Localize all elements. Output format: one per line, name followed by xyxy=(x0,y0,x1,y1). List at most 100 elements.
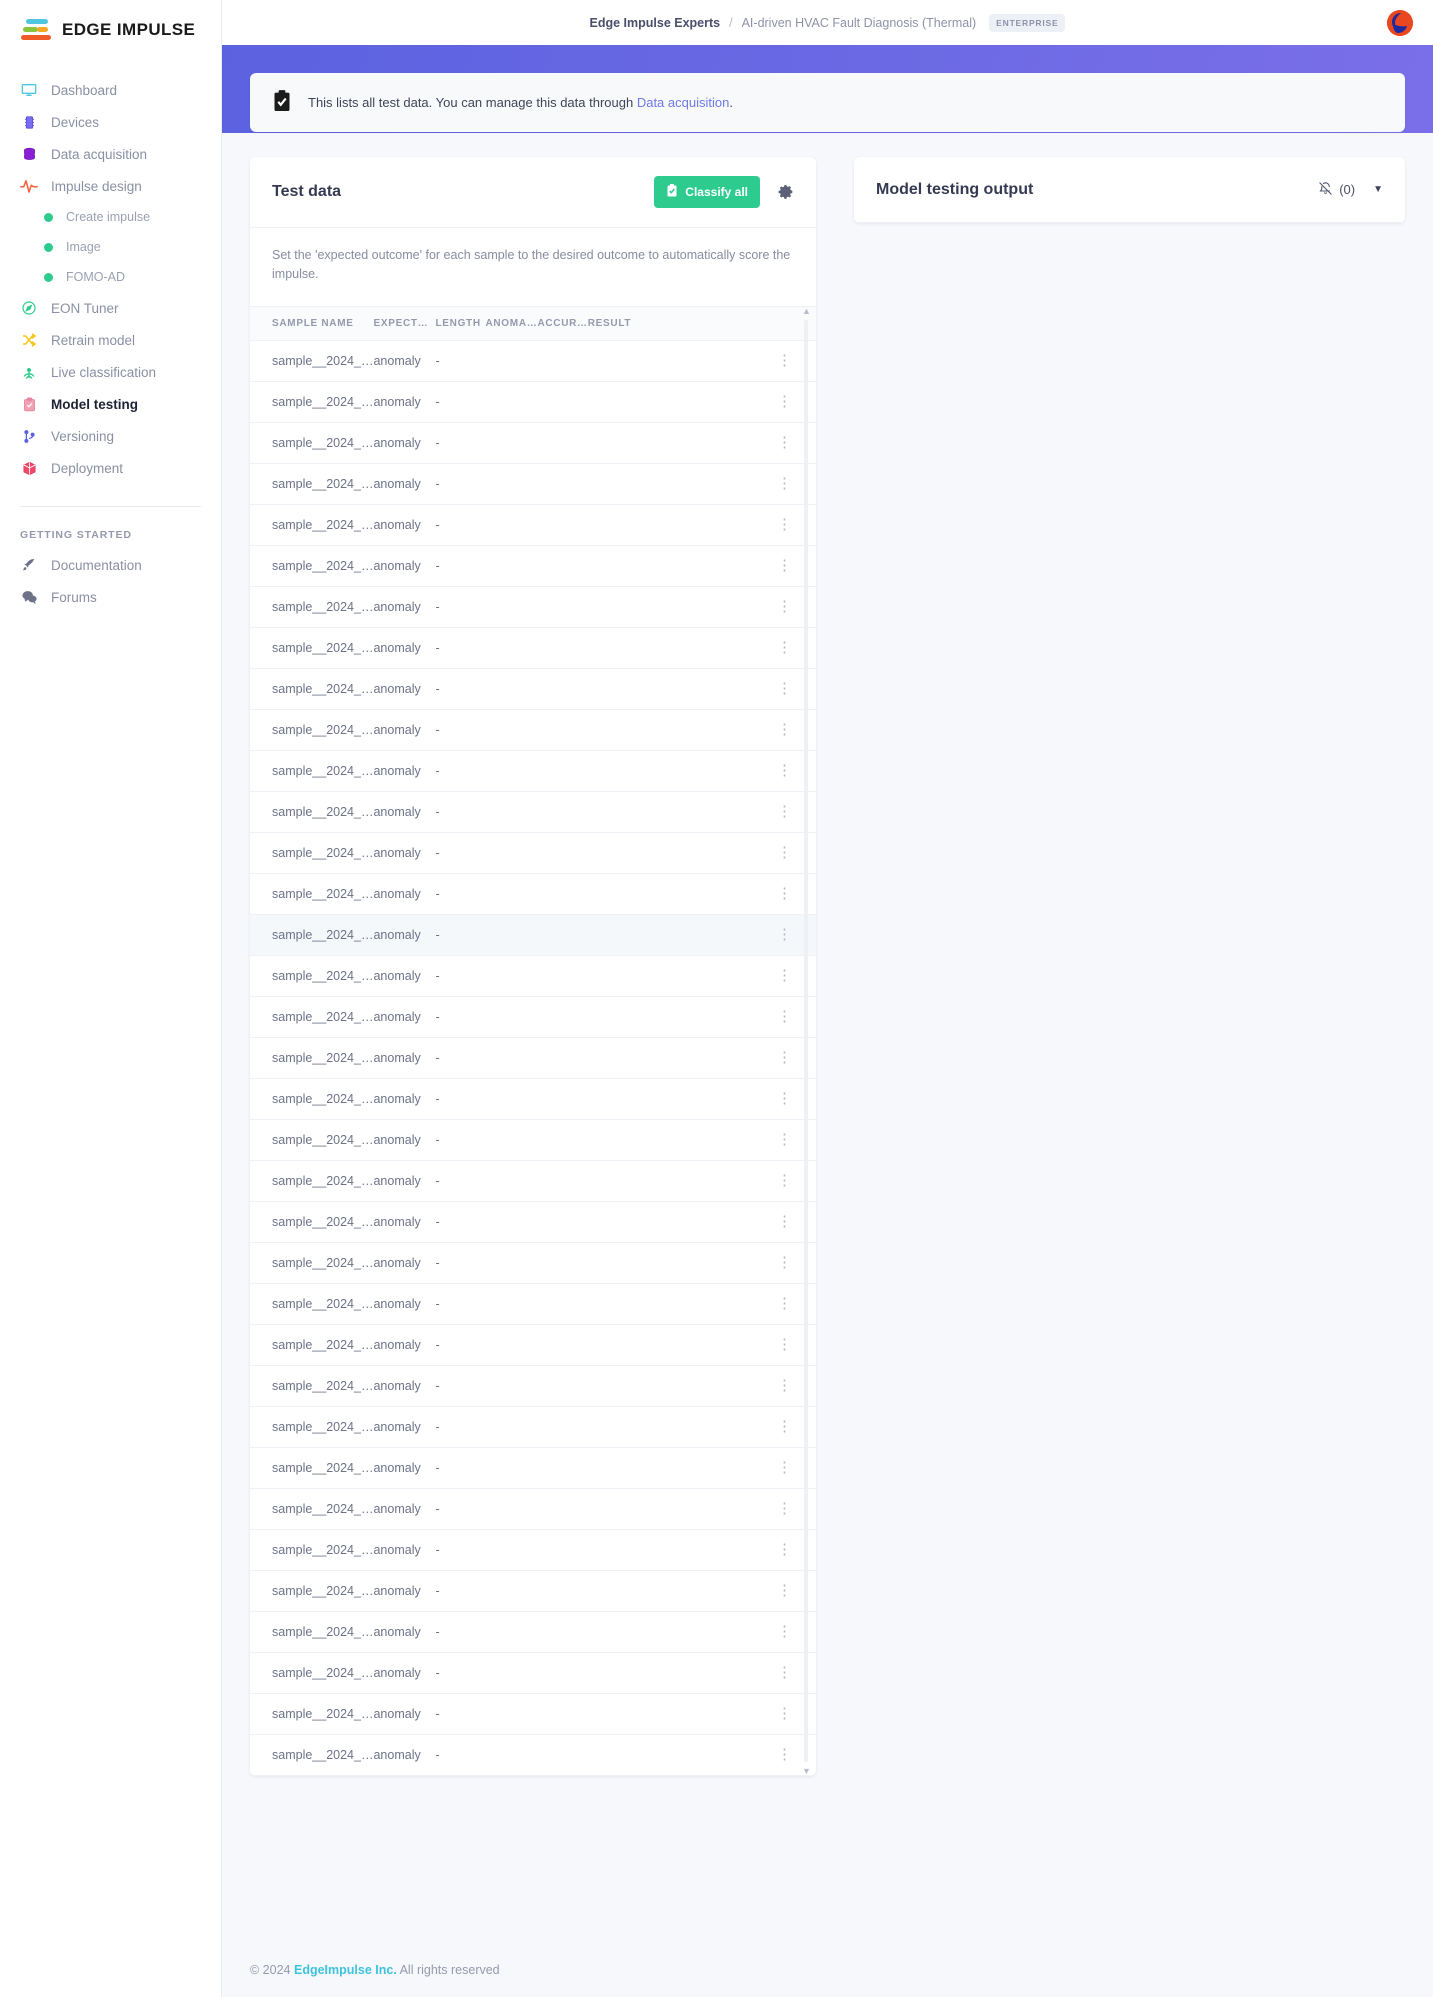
row-menu-icon[interactable]: ⋮ xyxy=(647,955,816,997)
sidebar-item-retrain-model[interactable]: Retrain model xyxy=(0,324,221,356)
sidebar-item-dashboard[interactable]: Dashboard xyxy=(0,74,221,106)
table-row[interactable]: sample__2024_… anomaly - ⋮ xyxy=(250,1734,816,1776)
row-menu-icon[interactable]: ⋮ xyxy=(647,1119,816,1161)
row-menu-icon[interactable]: ⋮ xyxy=(647,545,816,587)
table-row[interactable]: sample__2024_… anomaly - ⋮ xyxy=(250,1529,816,1571)
row-menu-icon[interactable]: ⋮ xyxy=(647,914,816,956)
table-row[interactable]: sample__2024_… anomaly - ⋮ xyxy=(250,586,816,628)
table-row[interactable]: sample__2024_… anomaly - ⋮ xyxy=(250,1242,816,1284)
table-row[interactable]: sample__2024_… anomaly - ⋮ xyxy=(250,709,816,751)
sidebar-item-image[interactable]: Image xyxy=(0,232,221,262)
table-row[interactable]: sample__2024_… anomaly - ⋮ xyxy=(250,381,816,423)
breadcrumb-project[interactable]: AI-driven HVAC Fault Diagnosis (Thermal) xyxy=(742,16,977,30)
table-row[interactable]: sample__2024_… anomaly - ⋮ xyxy=(250,463,816,505)
row-menu-icon[interactable]: ⋮ xyxy=(647,1365,816,1407)
table-row[interactable]: sample__2024_… anomaly - ⋮ xyxy=(250,1693,816,1735)
table-row[interactable]: sample__2024_… anomaly - ⋮ xyxy=(250,1488,816,1530)
table-row[interactable]: sample__2024_… anomaly - ⋮ xyxy=(250,1570,816,1612)
row-menu-icon[interactable]: ⋮ xyxy=(647,422,816,464)
row-menu-icon[interactable]: ⋮ xyxy=(647,832,816,874)
row-menu-icon[interactable]: ⋮ xyxy=(647,1078,816,1120)
row-menu-icon[interactable]: ⋮ xyxy=(647,463,816,505)
sidebar-item-live-classification[interactable]: Live classification xyxy=(0,356,221,388)
row-menu-icon[interactable]: ⋮ xyxy=(647,1160,816,1202)
row-menu-icon[interactable]: ⋮ xyxy=(647,873,816,915)
table-row[interactable]: sample__2024_… anomaly - ⋮ xyxy=(250,832,816,874)
column-header-anomaly[interactable]: ANOMA… xyxy=(485,305,538,341)
sidebar-item-create-impulse[interactable]: Create impulse xyxy=(0,202,221,232)
table-row[interactable]: sample__2024_… anomaly - ⋮ xyxy=(250,1611,816,1653)
table-row[interactable]: sample__2024_… anomaly - ⋮ xyxy=(250,1365,816,1407)
table-row[interactable]: sample__2024_… anomaly - ⋮ xyxy=(250,750,816,792)
table-row[interactable]: sample__2024_… anomaly - ⋮ xyxy=(250,914,816,956)
brand-logo[interactable]: EDGE IMPULSE xyxy=(0,0,221,60)
table-row[interactable]: sample__2024_… anomaly - ⋮ xyxy=(250,668,816,710)
table-row[interactable]: sample__2024_… anomaly - ⋮ xyxy=(250,791,816,833)
row-menu-icon[interactable]: ⋮ xyxy=(647,750,816,792)
table-row[interactable]: sample__2024_… anomaly - ⋮ xyxy=(250,1406,816,1448)
row-menu-icon[interactable]: ⋮ xyxy=(647,1693,816,1735)
table-row[interactable]: sample__2024_… anomaly - ⋮ xyxy=(250,1201,816,1243)
scrollbar-track[interactable] xyxy=(804,319,808,1762)
row-menu-icon[interactable]: ⋮ xyxy=(647,1324,816,1366)
sidebar-item-versioning[interactable]: Versioning xyxy=(0,420,221,452)
row-menu-icon[interactable]: ⋮ xyxy=(647,627,816,669)
scroll-up-icon[interactable]: ▲ xyxy=(802,306,811,316)
table-row[interactable]: sample__2024_… anomaly - ⋮ xyxy=(250,873,816,915)
table-row[interactable]: sample__2024_… anomaly - ⋮ xyxy=(250,996,816,1038)
table-row[interactable]: sample__2024_… anomaly - ⋮ xyxy=(250,1324,816,1366)
column-header-expected[interactable]: EXPECT… xyxy=(373,305,436,341)
row-menu-icon[interactable]: ⋮ xyxy=(647,1406,816,1448)
row-menu-icon[interactable]: ⋮ xyxy=(647,381,816,423)
row-menu-icon[interactable]: ⋮ xyxy=(647,586,816,628)
row-menu-icon[interactable]: ⋮ xyxy=(647,1201,816,1243)
row-menu-icon[interactable]: ⋮ xyxy=(647,1242,816,1284)
chevron-down-icon[interactable]: ▼ xyxy=(1373,184,1383,195)
row-menu-icon[interactable]: ⋮ xyxy=(647,1037,816,1079)
sidebar-item-fomo-ad[interactable]: FOMO-AD xyxy=(0,262,221,292)
sidebar-item-impulse-design[interactable]: Impulse design xyxy=(0,170,221,202)
table-row[interactable]: sample__2024_… anomaly - ⋮ xyxy=(250,627,816,669)
row-menu-icon[interactable]: ⋮ xyxy=(647,1283,816,1325)
sidebar-item-devices[interactable]: Devices xyxy=(0,106,221,138)
table-scrollbar[interactable]: ▲ ▼ xyxy=(802,306,811,1776)
scroll-down-icon[interactable]: ▼ xyxy=(802,1766,811,1776)
row-menu-icon[interactable]: ⋮ xyxy=(647,996,816,1038)
column-header-accuracy[interactable]: ACCUR… xyxy=(537,305,588,341)
table-row[interactable]: sample__2024_… anomaly - ⋮ xyxy=(250,1652,816,1694)
table-row[interactable]: sample__2024_… anomaly - ⋮ xyxy=(250,1160,816,1202)
row-menu-icon[interactable]: ⋮ xyxy=(647,1570,816,1612)
sidebar-item-data-acquisition[interactable]: Data acquisition xyxy=(0,138,221,170)
table-row[interactable]: sample__2024_… anomaly - ⋮ xyxy=(250,504,816,546)
table-row[interactable]: sample__2024_… anomaly - ⋮ xyxy=(250,955,816,997)
mute-toggle[interactable]: (0) xyxy=(1318,181,1355,199)
row-menu-icon[interactable]: ⋮ xyxy=(647,504,816,546)
column-header-sample-name[interactable]: SAMPLE NAME xyxy=(250,305,374,341)
row-menu-icon[interactable]: ⋮ xyxy=(647,1652,816,1694)
classify-all-button[interactable]: Classify all xyxy=(654,176,760,208)
row-menu-icon[interactable]: ⋮ xyxy=(647,1488,816,1530)
table-row[interactable]: sample__2024_… anomaly - ⋮ xyxy=(250,1078,816,1120)
sidebar-item-eon-tuner[interactable]: EON Tuner xyxy=(0,292,221,324)
column-header-length[interactable]: LENGTH xyxy=(435,305,486,341)
table-row[interactable]: sample__2024_… anomaly - ⋮ xyxy=(250,340,816,382)
footer-company[interactable]: EdgeImpulse Inc. xyxy=(294,1963,397,1977)
data-acquisition-link[interactable]: Data acquisition xyxy=(637,95,730,110)
table-row[interactable]: sample__2024_… anomaly - ⋮ xyxy=(250,1037,816,1079)
table-row[interactable]: sample__2024_… anomaly - ⋮ xyxy=(250,545,816,587)
table-row[interactable]: sample__2024_… anomaly - ⋮ xyxy=(250,1283,816,1325)
sidebar-item-model-testing[interactable]: Model testing xyxy=(0,388,221,420)
row-menu-icon[interactable]: ⋮ xyxy=(647,340,816,382)
row-menu-icon[interactable]: ⋮ xyxy=(647,1447,816,1489)
row-menu-icon[interactable]: ⋮ xyxy=(647,1734,816,1776)
row-menu-icon[interactable]: ⋮ xyxy=(647,1611,816,1653)
table-row[interactable]: sample__2024_… anomaly - ⋮ xyxy=(250,1119,816,1161)
row-menu-icon[interactable]: ⋮ xyxy=(647,668,816,710)
gear-icon[interactable] xyxy=(778,184,794,200)
breadcrumb-org[interactable]: Edge Impulse Experts xyxy=(590,16,721,30)
row-menu-icon[interactable]: ⋮ xyxy=(647,709,816,751)
sidebar-item-forums[interactable]: Forums xyxy=(0,581,221,613)
sidebar-item-deployment[interactable]: Deployment xyxy=(0,452,221,484)
user-avatar[interactable] xyxy=(1387,9,1413,36)
sidebar-item-documentation[interactable]: Documentation xyxy=(0,549,221,581)
